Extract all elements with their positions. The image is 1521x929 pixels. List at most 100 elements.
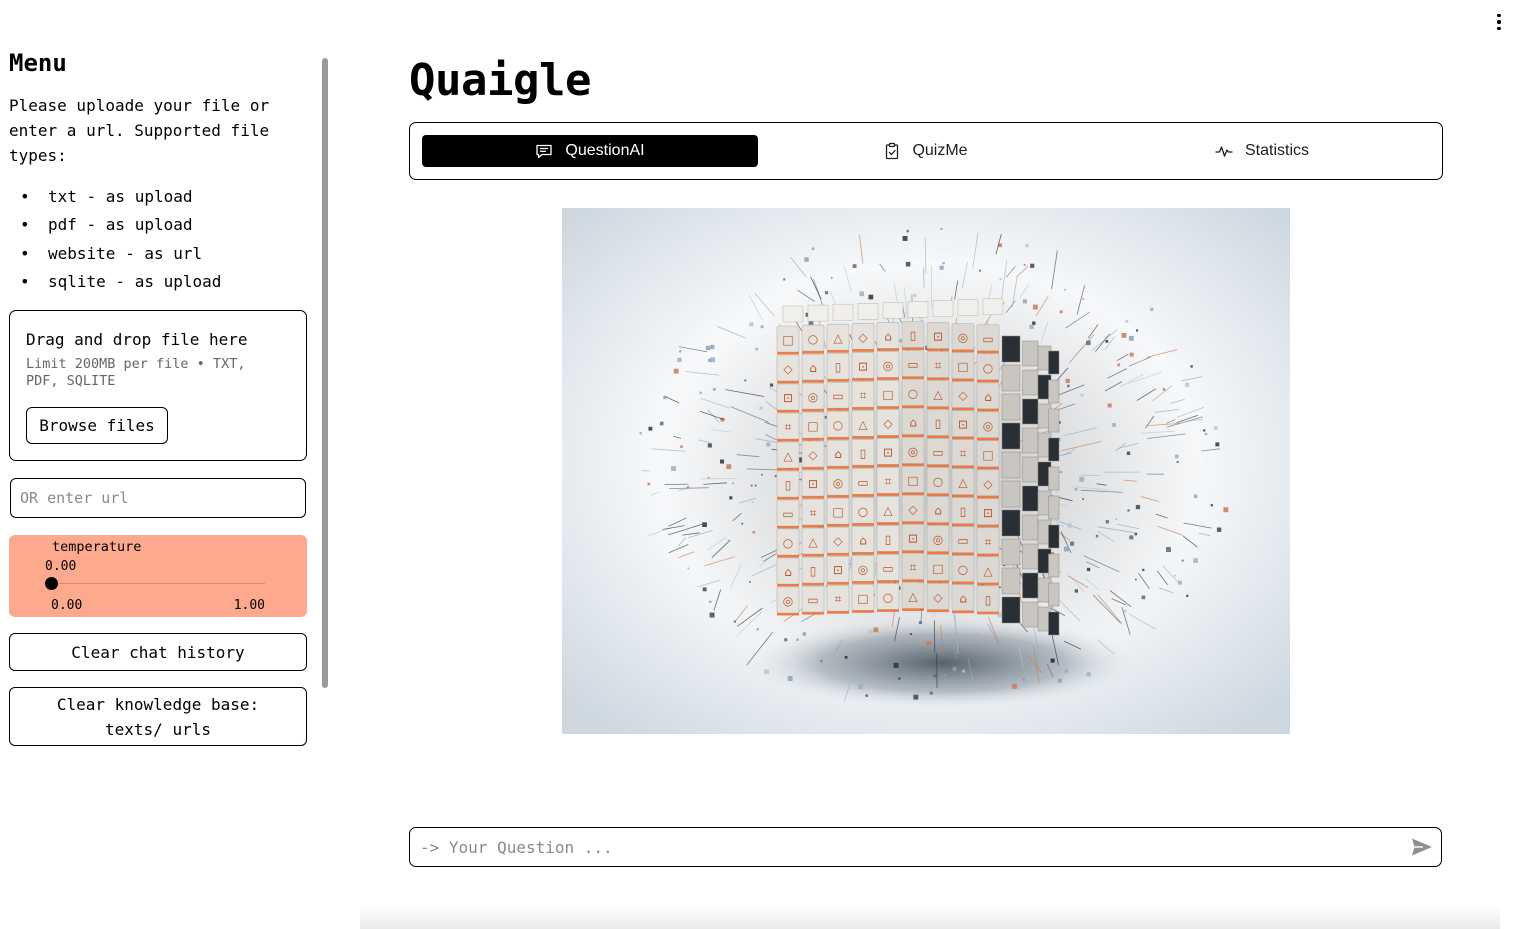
cube-of-blocks: □ ○ △ ◇ ⌂ ▯ ⊡ ◎ ▭ ◇ ⌂ ▯ ⊡ ◎ ▭ ⌗ □ ○ ⊡ ◎ ▭ ⌗ □ ○ △ ◇ ⌂ ⌗ □ ○ △ ◇ ⌂ ▯ ⊡ ◎ △ ◇ ⌂ ▯… xyxy=(776,298,1060,636)
svg-text:⌗: ⌗ xyxy=(960,447,967,461)
svg-text:□: □ xyxy=(807,419,818,433)
svg-text:△: △ xyxy=(858,417,868,431)
svg-text:○: ○ xyxy=(833,418,843,432)
svg-text:○: ○ xyxy=(783,536,793,550)
svg-text:▯: ▯ xyxy=(885,532,892,546)
svg-text:⌂: ⌂ xyxy=(959,592,967,606)
svg-text:◎: ◎ xyxy=(958,331,968,345)
slider-thumb[interactable] xyxy=(45,577,58,590)
dropzone-limit-text: Limit 200MB per file • TXT, PDF, SQLITE xyxy=(26,356,246,389)
slider-max-label: 1.00 xyxy=(233,598,265,613)
list-item: sqlite - as upload xyxy=(9,269,309,297)
svg-text:⌗: ⌗ xyxy=(785,420,792,434)
clear-knowledge-base-button[interactable]: Clear knowledge base: texts/ urls xyxy=(9,687,307,746)
svg-text:△: △ xyxy=(833,331,843,345)
svg-text:▭: ▭ xyxy=(957,534,968,548)
svg-text:▯: ▯ xyxy=(835,360,842,374)
more-options-icon[interactable] xyxy=(1491,12,1507,32)
slider-min-label: 0.00 xyxy=(51,598,83,613)
tab-label: Statistics xyxy=(1244,142,1309,159)
svg-text:○: ○ xyxy=(808,332,818,346)
svg-text:▯: ▯ xyxy=(960,505,967,519)
svg-text:□: □ xyxy=(982,448,993,462)
svg-text:△: △ xyxy=(933,388,943,402)
svg-text:⌂: ⌂ xyxy=(934,504,942,518)
clipboard-check-icon xyxy=(886,142,899,160)
menu-title: Menu xyxy=(9,49,67,77)
svg-text:◎: ◎ xyxy=(933,533,943,547)
svg-text:□: □ xyxy=(957,360,968,374)
chat-input-container xyxy=(409,827,1442,867)
slider-label: temperature xyxy=(52,539,142,555)
svg-text:◇: ◇ xyxy=(908,503,918,517)
svg-text:◎: ◎ xyxy=(858,562,868,576)
page-title: Quaigle xyxy=(409,55,591,106)
svg-text:▯: ▯ xyxy=(910,329,917,343)
svg-text:○: ○ xyxy=(883,590,893,604)
question-input[interactable] xyxy=(410,828,1390,866)
svg-text:◇: ◇ xyxy=(783,362,793,376)
send-icon[interactable] xyxy=(1411,837,1433,857)
slider-value: 0.00 xyxy=(45,559,77,574)
svg-text:△: △ xyxy=(908,590,918,604)
svg-text:□: □ xyxy=(882,387,893,401)
svg-text:◎: ◎ xyxy=(833,476,843,490)
upload-instructions: Please uploade your file or enter a url.… xyxy=(9,96,270,165)
svg-text:⊡: ⊡ xyxy=(883,445,893,459)
svg-text:△: △ xyxy=(883,503,893,517)
svg-text:◇: ◇ xyxy=(958,389,968,403)
svg-text:△: △ xyxy=(983,564,993,578)
svg-text:⌗: ⌗ xyxy=(910,561,917,575)
browse-files-button[interactable]: Browse files xyxy=(26,407,168,444)
tab-quizme[interactable]: QuizMe xyxy=(758,135,1094,167)
svg-text:⌗: ⌗ xyxy=(935,359,942,373)
svg-text:△: △ xyxy=(958,476,968,490)
svg-text:▯: ▯ xyxy=(785,478,792,492)
svg-text:◎: ◎ xyxy=(983,419,993,433)
tab-questionai[interactable]: QuestionAI xyxy=(422,135,758,167)
svg-text:⊡: ⊡ xyxy=(983,506,993,520)
list-item: website - as url xyxy=(9,241,309,269)
svg-text:⊡: ⊡ xyxy=(808,477,818,491)
svg-text:○: ○ xyxy=(858,504,868,518)
svg-text:▭: ▭ xyxy=(907,358,918,372)
supported-file-types-list: txt - as upload pdf - as upload website … xyxy=(9,184,309,297)
svg-text:○: ○ xyxy=(908,387,918,401)
svg-text:⌂: ⌂ xyxy=(809,361,817,375)
clear-chat-history-button[interactable]: Clear chat history xyxy=(9,633,307,671)
activity-icon xyxy=(1215,146,1233,157)
svg-text:⌂: ⌂ xyxy=(834,447,842,461)
svg-text:⊡: ⊡ xyxy=(933,330,943,344)
svg-text:○: ○ xyxy=(958,563,968,577)
file-dropzone[interactable]: Drag and drop file here Limit 200MB per … xyxy=(9,310,307,461)
tab-label: QuizMe xyxy=(912,142,968,159)
tab-statistics[interactable]: Statistics xyxy=(1094,135,1430,167)
svg-text:▭: ▭ xyxy=(982,332,993,346)
svg-text:⊡: ⊡ xyxy=(858,359,868,373)
tab-bar: QuestionAI QuizMe Statistics xyxy=(409,122,1443,180)
exploding-cube-illustration: □ ○ △ ◇ ⌂ ▯ ⊡ ◎ ▭ ◇ ⌂ ▯ ⊡ ◎ ▭ ⌗ □ ○ ⊡ ◎ ▭ ⌗ □ ○ △ ◇ ⌂ ⌗ □ ○ △ ◇ ⌂ ▯ ⊡ ◎ △ ◇ ⌂ ▯… xyxy=(562,208,1290,734)
svg-text:◎: ◎ xyxy=(783,594,793,608)
svg-text:□: □ xyxy=(857,591,868,605)
svg-text:⌗: ⌗ xyxy=(860,388,867,402)
sidebar-scrollbar[interactable] xyxy=(322,58,328,688)
svg-text:▭: ▭ xyxy=(882,561,893,575)
url-input[interactable] xyxy=(10,478,306,518)
bottom-shade xyxy=(360,905,1500,929)
svg-text:□: □ xyxy=(907,474,918,488)
svg-text:▯: ▯ xyxy=(985,593,992,607)
list-item: txt - as upload xyxy=(9,184,309,212)
svg-text:◎: ◎ xyxy=(883,358,893,372)
svg-text:○: ○ xyxy=(933,475,943,489)
svg-text:▭: ▭ xyxy=(782,507,793,521)
svg-text:⊡: ⊡ xyxy=(908,532,918,546)
svg-text:◇: ◇ xyxy=(858,330,868,344)
svg-text:◇: ◇ xyxy=(883,416,893,430)
svg-text:◇: ◇ xyxy=(933,591,943,605)
svg-text:◎: ◎ xyxy=(908,445,918,459)
svg-text:⌂: ⌂ xyxy=(859,533,867,547)
slider-track[interactable] xyxy=(51,583,265,584)
dropzone-title: Drag and drop file here xyxy=(26,330,248,349)
svg-text:⌂: ⌂ xyxy=(784,565,792,579)
svg-text:○: ○ xyxy=(983,361,993,375)
